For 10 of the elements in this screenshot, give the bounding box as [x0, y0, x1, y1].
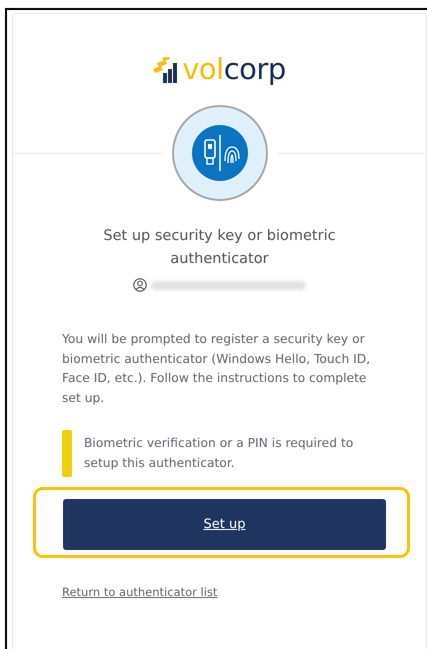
return-link[interactable]: Return to authenticator list — [62, 585, 218, 599]
logo-icon — [153, 57, 178, 85]
security-key-fingerprint-icon — [192, 125, 248, 181]
page-title: Set up security key or biometric authenticator — [102, 227, 337, 269]
user-icon — [133, 278, 147, 292]
callout-bar — [62, 430, 72, 477]
logo-wordmark: volcorp — [182, 52, 286, 86]
setup-button[interactable]: Set up — [63, 499, 386, 550]
callout-text: Biometric verification or a PIN is required to setup this authenticator. — [84, 435, 354, 472]
instructions-text: You will be prompted to register a security key or biometric authenticator (Windows Hello, Touch ID, Face ID, etc.). Follow the instructions to complete set up. — [62, 331, 372, 406]
